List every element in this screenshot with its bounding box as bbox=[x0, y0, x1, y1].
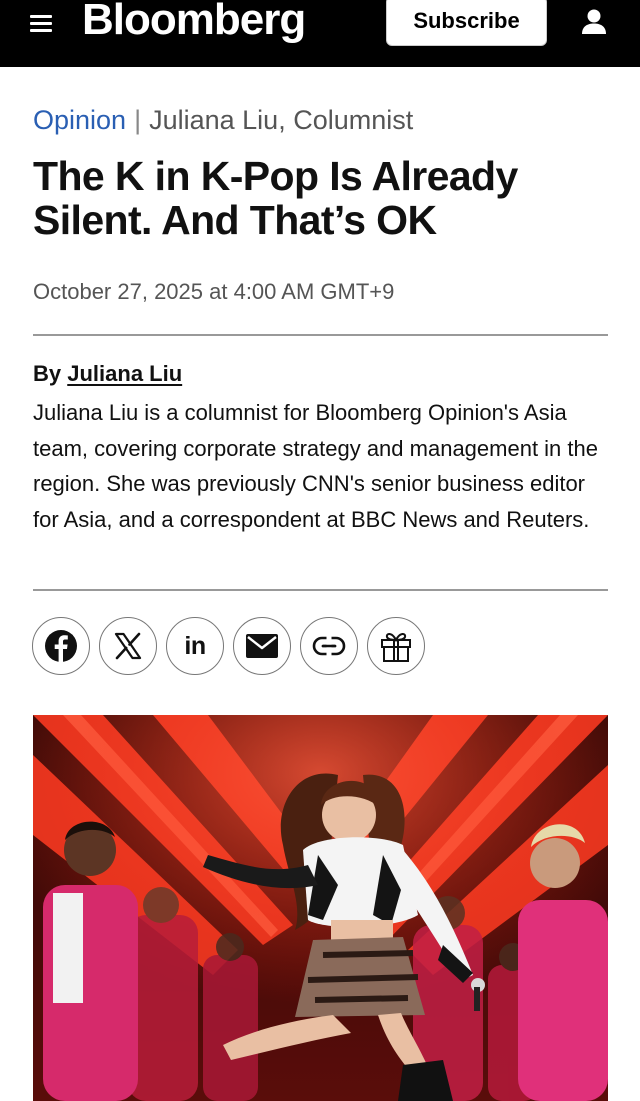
publish-date: October 27, 2025 at 4:00 AM GMT+9 bbox=[33, 279, 395, 304]
article-headline: The K in K-Pop Is Already Silent. And Th… bbox=[33, 153, 518, 243]
article-kicker: Opinion | Juliana Liu, Columnist bbox=[33, 103, 413, 137]
share-linkedin-button[interactable]: in bbox=[166, 617, 224, 675]
byline: By Juliana Liu bbox=[33, 360, 182, 388]
subscribe-button[interactable]: Subscribe bbox=[386, 0, 547, 46]
share-facebook-button[interactable] bbox=[32, 617, 90, 675]
author-bio: Juliana Liu is a columnist for Bloomberg… bbox=[33, 400, 598, 532]
copy-link-button[interactable] bbox=[300, 617, 358, 675]
concert-photo bbox=[33, 715, 608, 1101]
gift-article-button[interactable] bbox=[367, 617, 425, 675]
top-navigation-bar: Bloomberg Subscribe bbox=[0, 0, 640, 67]
kicker-separator: | bbox=[134, 105, 142, 135]
divider bbox=[33, 589, 608, 591]
hamburger-menu-icon[interactable] bbox=[28, 10, 60, 36]
author-role-link[interactable]: Juliana Liu, Columnist bbox=[149, 105, 413, 135]
x-icon bbox=[114, 632, 142, 660]
link-icon bbox=[312, 635, 346, 657]
gift-icon bbox=[381, 633, 411, 662]
article-hero-image bbox=[33, 715, 608, 1101]
byline-prefix: By bbox=[33, 361, 62, 386]
user-icon[interactable] bbox=[578, 6, 610, 38]
linkedin-icon: in bbox=[184, 631, 206, 660]
share-x-button[interactable] bbox=[99, 617, 157, 675]
email-icon bbox=[246, 634, 278, 658]
share-email-button[interactable] bbox=[233, 617, 291, 675]
section-link[interactable]: Opinion bbox=[33, 105, 126, 135]
divider bbox=[33, 334, 608, 336]
bloomberg-logo[interactable]: Bloomberg bbox=[82, 0, 306, 46]
facebook-icon bbox=[45, 630, 77, 662]
share-bar: in bbox=[32, 617, 425, 675]
author-link[interactable]: Juliana Liu bbox=[67, 361, 182, 386]
